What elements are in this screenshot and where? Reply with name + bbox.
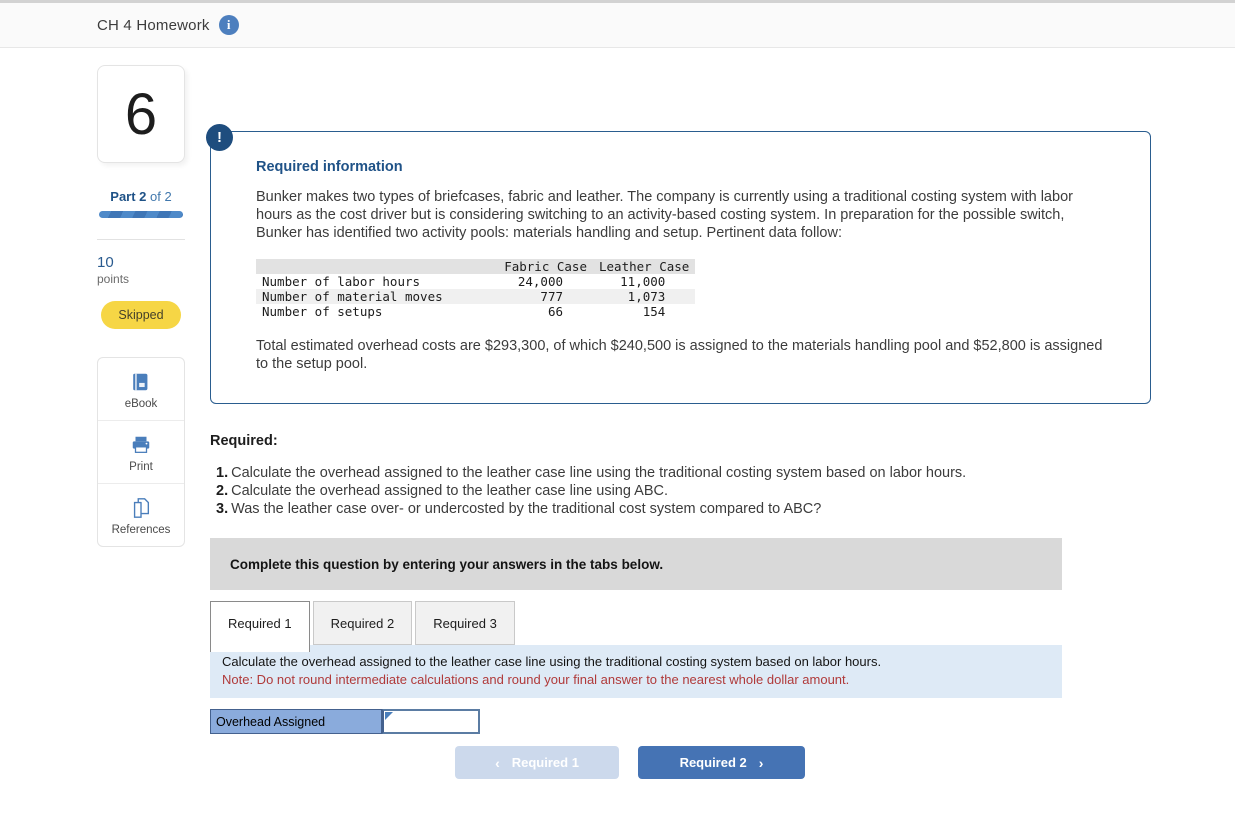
item-text: Was the leather case over- or undercoste… (231, 501, 822, 517)
item-number: 2. (216, 483, 229, 499)
tab-required-1[interactable]: Required 1 (210, 601, 310, 652)
answer-row: Overhead Assigned (210, 709, 480, 734)
row-label: Number of setups (262, 304, 383, 319)
instruction-text: Calculate the overhead assigned to the l… (222, 654, 882, 669)
table-header-fabric: Fabric Case (493, 259, 593, 274)
row-leather-value: 1,073 (593, 289, 696, 304)
row-fabric-value: 24,000 (517, 274, 563, 289)
assignment-title: CH 4 Homework (97, 16, 210, 34)
required-label: Required: (210, 433, 278, 449)
item-text: Calculate the overhead assigned to the l… (231, 465, 967, 481)
table-header-leather: Leather Case (593, 259, 696, 274)
alert-icon: ! (206, 124, 233, 151)
question-main: ! Required information Bunker makes two … (206, 124, 1151, 779)
tab-instruction-box: Calculate the overhead assigned to the l… (210, 645, 1062, 698)
tab-navigation: ‹ Required 1 Required 2 › (210, 746, 1151, 779)
info-icon[interactable]: i (218, 15, 239, 35)
chevron-left-icon: ‹ (495, 754, 500, 771)
previous-tab-label: Required 1 (511, 755, 579, 770)
table-header-row: Fabric Case Leather Case (256, 259, 696, 274)
overhead-assigned-input[interactable] (384, 711, 478, 732)
answer-cell (382, 709, 480, 734)
row-leather-value: 11,000 (620, 274, 666, 289)
resource-tools-card: eBook Print References (97, 357, 185, 547)
item-text: Calculate the overhead assigned to the l… (231, 483, 668, 499)
question-intro-text: Bunker makes two types of briefcases, fa… (256, 189, 1073, 241)
assignment-header: CH 4 Homework i (0, 3, 1235, 48)
item-number: 3. (216, 501, 229, 517)
required-item-2: 2. Calculate the overhead assigned to the… (210, 482, 1151, 500)
previous-tab-button: ‹ Required 1 (455, 746, 619, 779)
question-number-card: 6 (97, 65, 185, 163)
row-fabric-value: 66 (547, 304, 563, 319)
required-items-list: 1. Calculate the overhead assigned to the… (210, 464, 1151, 518)
required-item-3: 3. Was the leather case over- or undercos… (210, 500, 1151, 518)
overhead-assigned-label: Overhead Assigned (210, 709, 382, 734)
answer-tabs: Required 1 Required 2 Required 3 (210, 601, 1151, 652)
required-item-1: 1. Calculate the overhead assigned to the… (210, 464, 1151, 482)
references-label: References (111, 524, 171, 536)
table-row: Number of material moves 777 1,073 (256, 289, 696, 304)
row-label: Number of material moves (256, 289, 493, 304)
references-icon (98, 497, 184, 519)
table-row: Number of labor hours 24,000 11,000 (256, 274, 695, 289)
next-tab-button[interactable]: Required 2 › (638, 746, 805, 779)
complete-question-banner: Complete this question by entering your … (210, 538, 1062, 590)
part-indicator: Part 2 of 2 (97, 189, 185, 204)
row-label: Number of labor hours (262, 274, 421, 289)
row-fabric-value: 777 (493, 289, 593, 304)
instruction-note: Note: Do not round intermediate calculat… (222, 672, 850, 687)
part-current: Part 2 (110, 189, 147, 204)
points-label: points (97, 272, 130, 286)
tab-required-2[interactable]: Required 2 (312, 601, 413, 645)
table-header-blank (256, 259, 493, 274)
ebook-label: eBook (124, 398, 158, 410)
ebook-icon (98, 371, 184, 393)
pertinent-data-table: Fabric Case Leather Case Number of labor… (256, 259, 696, 319)
question-sidebar: 6 Part 2 of 2 10 points Skipped eBook Pr… (97, 65, 185, 547)
item-number: 1. (216, 465, 229, 481)
required-information-box: ! Required information Bunker makes two … (206, 124, 1151, 404)
print-button[interactable]: Print (98, 420, 184, 483)
ebook-button[interactable]: eBook (98, 358, 184, 420)
points-value: 10 (97, 254, 114, 271)
sidebar-divider (97, 239, 185, 240)
chevron-right-icon: › (758, 754, 764, 771)
next-tab-label: Required 2 (679, 755, 747, 770)
print-label: Print (129, 461, 153, 473)
status-badge: Skipped (101, 301, 181, 329)
required-information-heading: Required information (256, 159, 403, 175)
row-leather-value: 154 (642, 304, 666, 319)
references-button[interactable]: References (98, 483, 184, 546)
totals-text: Total estimated overhead costs are $293,… (256, 338, 1103, 372)
part-progress-bar (99, 211, 183, 218)
print-icon (98, 434, 184, 456)
table-row: Number of setups 66 154 (256, 304, 695, 319)
tab-required-3[interactable]: Required 3 (415, 601, 515, 645)
part-total: of 2 (146, 189, 172, 204)
